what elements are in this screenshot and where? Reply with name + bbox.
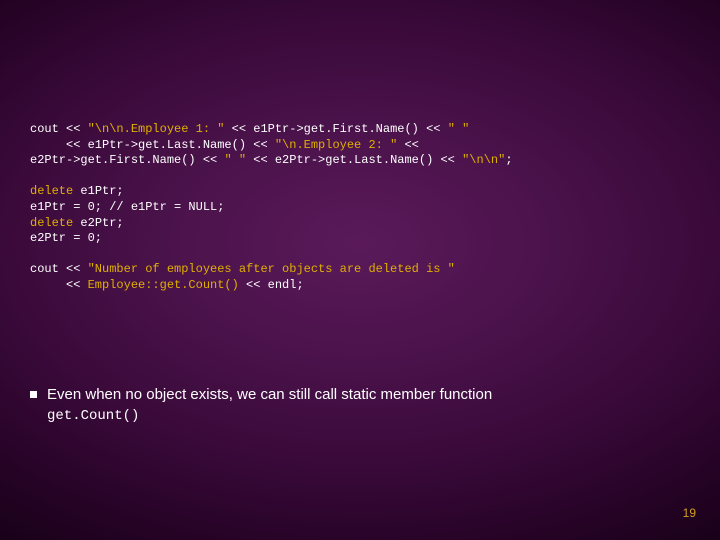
code-line: e1Ptr = 0; // e1Ptr = NULL; xyxy=(30,200,224,214)
bullet-code: get.Count() xyxy=(47,408,139,424)
code-line: cout << "\n\n.Employee 1: " << e1Ptr->ge… xyxy=(30,122,469,136)
bullet-text: Even when no object exists, we can still… xyxy=(47,385,690,426)
code-line: cout << "Number of employees after objec… xyxy=(30,262,455,276)
bullet-marker-icon xyxy=(30,391,37,398)
bullet-section: Even when no object exists, we can still… xyxy=(30,385,690,426)
code-line: << e1Ptr->get.Last.Name() << "\n.Employe… xyxy=(30,138,426,152)
code-line: delete e2Ptr; xyxy=(30,216,124,230)
code-line: delete e1Ptr; xyxy=(30,184,124,198)
code-line: e2Ptr->get.First.Name() << " " << e2Ptr-… xyxy=(30,153,513,167)
code-block: cout << "\n\n.Employee 1: " << e1Ptr->ge… xyxy=(30,122,690,294)
code-line: e2Ptr = 0; xyxy=(30,231,102,245)
page-number: 19 xyxy=(683,506,696,520)
code-line: << Employee::get.Count() << endl; xyxy=(30,278,304,292)
